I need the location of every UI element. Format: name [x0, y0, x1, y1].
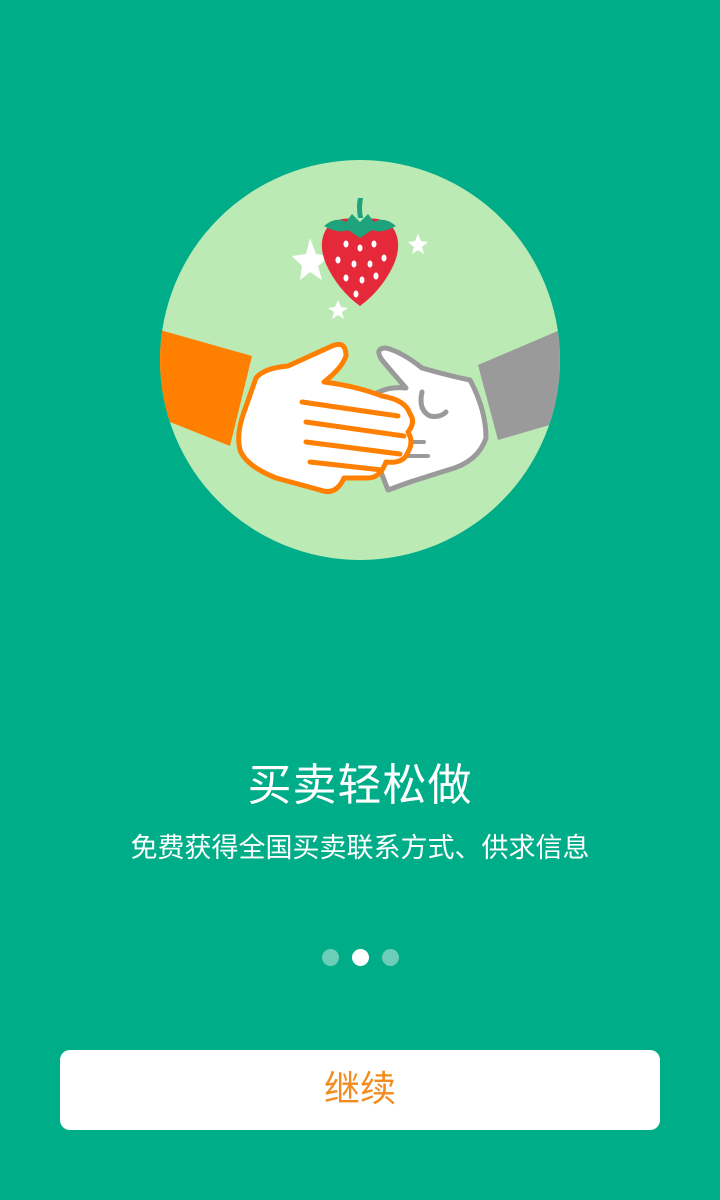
- page-dot-active: [351, 949, 369, 966]
- onboarding-subtitle: 免费获得全国买卖联系方式、供求信息: [130, 833, 590, 864]
- onboarding-title: 买卖轻松做: [247, 760, 473, 811]
- page-dot: [381, 949, 399, 966]
- handshake-illustration: [160, 160, 560, 560]
- onboarding-screen: 买卖轻松做 免费获得全国买卖联系方式、供求信息 继续: [0, 0, 720, 1200]
- continue-button[interactable]: 继续: [60, 1050, 660, 1130]
- page-dot: [321, 949, 339, 966]
- handshake-illustration-svg: [160, 160, 560, 560]
- page-indicator: [0, 949, 720, 967]
